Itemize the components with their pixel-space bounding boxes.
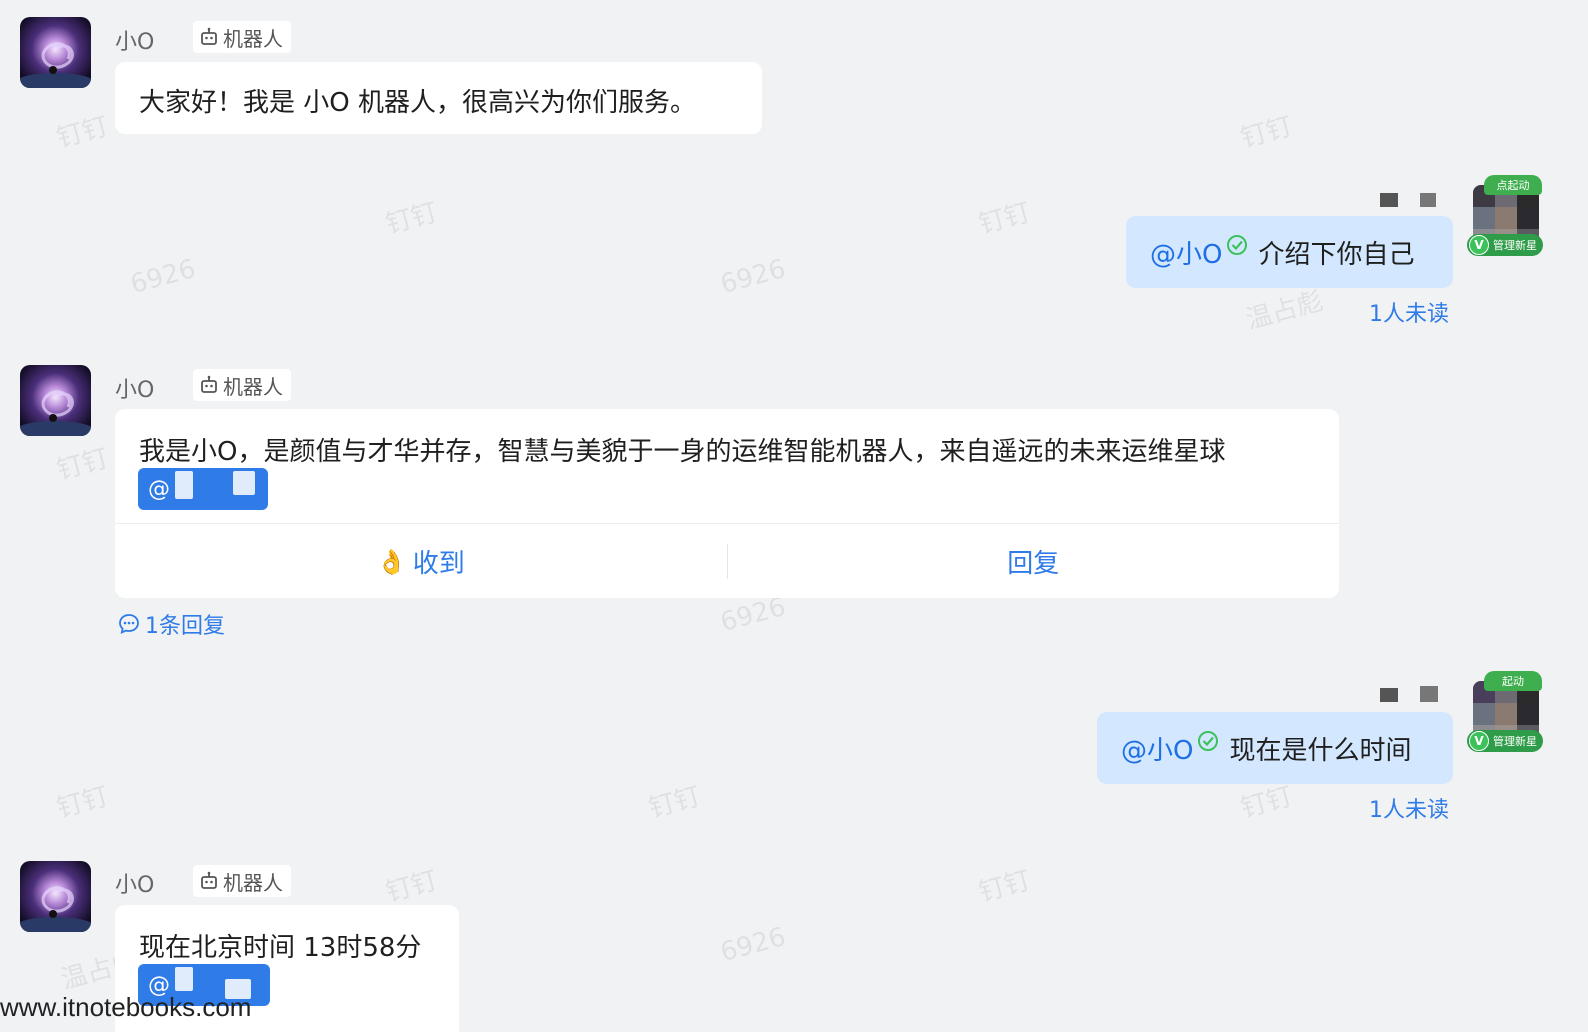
watermark: 钉钉 (382, 197, 441, 241)
watermark: 钉钉 (975, 865, 1034, 909)
watermark: 6926 (717, 253, 789, 301)
sender-name: 小O (115, 873, 155, 898)
action-bar: 👌 收到 回复 (115, 523, 1339, 599)
robot-tag: 机器人 (193, 369, 291, 401)
reply-count-label: 1条回复 (145, 614, 225, 639)
message-text: 大家好！我是 小O 机器人，很高兴为你们服务。 (139, 88, 696, 118)
received-label: 收到 (412, 549, 465, 579)
robot-tag: 机器人 (193, 865, 291, 897)
watermark: 钉钉 (382, 865, 441, 909)
watermark: 钉钉 (975, 197, 1034, 241)
sender-name: 小O (115, 30, 155, 55)
message-text: 现在北京时间 13时58分 (139, 933, 422, 963)
verified-v-icon: V (1469, 235, 1489, 255)
galaxy-avatar-icon (20, 365, 91, 436)
site-watermark: www.itnotebooks.com (0, 992, 252, 1022)
bot-avatar[interactable] (20, 17, 91, 88)
watermark: 钉钉 (1237, 111, 1296, 155)
mention-link[interactable]: @小O (1121, 730, 1193, 767)
redacted-block (175, 967, 193, 991)
mention-chip-label: @ (148, 476, 170, 502)
watermark: 温占彪 (1243, 286, 1327, 336)
galaxy-avatar-icon (20, 17, 91, 88)
robot-tag-label: 机器人 (223, 26, 283, 51)
watermark: 钉钉 (53, 443, 112, 487)
watermark: 钉钉 (53, 111, 112, 155)
verified-v-icon: V (1469, 731, 1489, 751)
comment-icon (119, 614, 139, 635)
watermark: 6926 (127, 253, 199, 301)
robot-icon (201, 375, 217, 393)
crown-badge: 点起动 (1484, 175, 1542, 195)
rank-badge: V 管理新星 (1467, 234, 1543, 256)
robot-icon (201, 27, 217, 45)
sender-name-mosaic (1380, 193, 1398, 207)
bot-avatar[interactable] (20, 861, 91, 932)
sender-name-mosaic (1420, 686, 1438, 702)
redacted-block (175, 471, 193, 499)
unread-status[interactable]: 1人未读 (1369, 296, 1449, 328)
robot-tag-label: 机器人 (223, 870, 283, 895)
verified-check-icon (1227, 235, 1248, 255)
reply-button[interactable]: 回复 (728, 524, 1340, 599)
robot-icon (201, 871, 217, 889)
sender-name: 小O (115, 378, 155, 403)
redacted-block (233, 471, 255, 495)
unread-status[interactable]: 1人未读 (1369, 792, 1449, 824)
message-text: 介绍下你自己 (1258, 239, 1415, 270)
message-bubble[interactable]: 大家好！我是 小O 机器人，很高兴为你们服务。 (115, 62, 762, 134)
my-message-bubble[interactable]: @小O 介绍下你自己 (1126, 216, 1453, 288)
received-button[interactable]: 👌 收到 (115, 524, 727, 599)
my-message-bubble[interactable]: @小O 现在是什么时间 (1097, 712, 1453, 784)
watermark: 钉钉 (53, 781, 112, 825)
rank-badge: V 管理新星 (1467, 730, 1543, 752)
reply-label: 回复 (1007, 549, 1060, 579)
verified-check-icon (1198, 731, 1219, 751)
message-text: 我是小O，是颜值与才华并存，智慧与美貌于一身的运维智能机器人，来自遥远的未来运维… (139, 437, 1226, 467)
ok-hand-icon: 👌 (376, 547, 407, 576)
watermark: 6926 (717, 921, 789, 969)
message-card[interactable]: 我是小O，是颜值与才华并存，智慧与美貌于一身的运维智能机器人，来自遥远的未来运维… (115, 409, 1339, 598)
sender-name-mosaic (1420, 193, 1436, 207)
robot-tag: 机器人 (193, 21, 291, 53)
reply-count-link[interactable]: 1条回复 (117, 608, 225, 640)
bot-avatar[interactable] (20, 365, 91, 436)
galaxy-avatar-icon (20, 861, 91, 932)
rank-badge-label: 管理新星 (1493, 735, 1537, 748)
sender-name-mosaic (1380, 688, 1398, 702)
message-text: 现在是什么时间 (1229, 735, 1412, 766)
rank-badge-label: 管理新星 (1493, 239, 1537, 252)
watermark: 钉钉 (645, 781, 704, 825)
crown-badge: 起动 (1484, 671, 1542, 691)
robot-tag-label: 机器人 (223, 374, 283, 399)
mention-link[interactable]: @小O (1150, 234, 1222, 271)
